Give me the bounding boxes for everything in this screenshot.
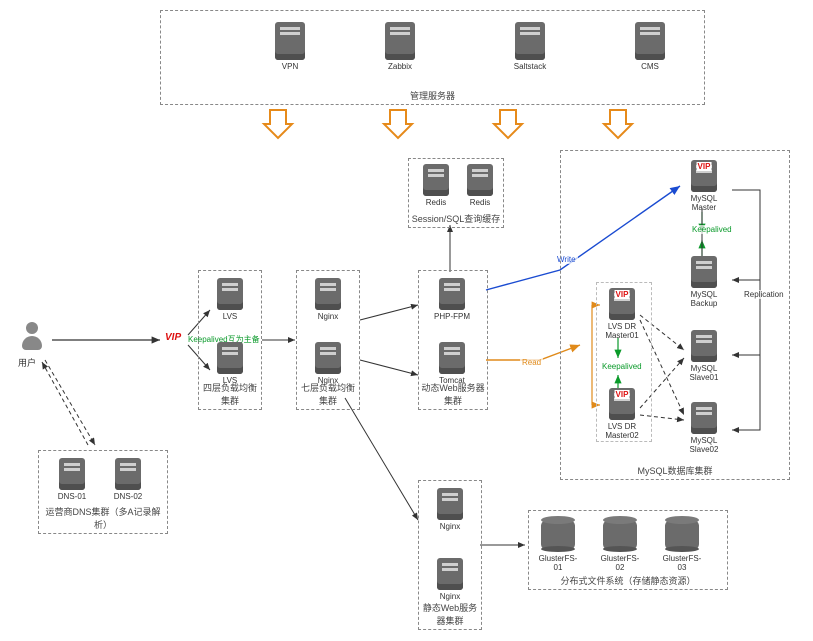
db-glusterfs-03: GlusterFS-03 [660,520,704,572]
server-icon [423,164,449,196]
server-mysql-backup: MySQL Backup [684,256,724,309]
group-label-cache: Session/SQL查询缓存 [409,212,503,225]
vip-badge-lvsdr1: VIP [615,290,630,299]
server-nginx-l7-2: Nginx [308,342,348,386]
vip-badge-mysql-master: VIP [697,162,712,171]
server-icon [691,330,717,362]
server-tomcat: Tomcat [432,342,472,386]
server-icon [635,22,665,60]
group-label-dfs: 分布式文件系统（存储静态资源） [529,574,727,587]
server-redis1: Redis [416,164,456,208]
user-label: 用户 [18,356,36,369]
server-icon: VIP [609,288,635,320]
db-glusterfs-02: GlusterFS-02 [598,520,642,572]
server-icon [515,22,545,60]
server-icon [315,342,341,374]
cylinder-icon [665,520,699,550]
server-lvs2: LVS [210,342,250,386]
server-phpfpm: PHP-FPM [432,278,472,322]
server-icon [439,278,465,310]
group-label-staticweb: 静态Web服务器集群 [419,601,481,627]
server-nginx-static-1: Nginx [430,488,470,532]
server-icon [385,22,415,60]
group-management: 管理服务器 [160,10,705,105]
server-lvs1: LVS [210,278,250,322]
server-icon [439,342,465,374]
group-label-dns: 运营商DNS集群（多A记录解析） [39,505,167,531]
vip-badge-l4: VIP [165,332,181,343]
server-icon [437,558,463,590]
group-label-mysql: MySQL数据库集群 [561,464,789,477]
server-saltstack: Saltstack [510,22,550,72]
cylinder-icon [603,520,637,550]
server-icon [217,278,243,310]
server-icon: VIP [609,388,635,420]
server-icon: VIP [691,160,717,192]
server-icon [691,402,717,434]
server-nginx-static-2: Nginx [430,558,470,602]
server-icon [115,458,141,490]
server-icon [467,164,493,196]
server-lvsdr1: VIP LVS DR Master01 [602,288,642,341]
server-mysql-slave01: MySQL Slave01 [684,330,724,383]
server-icon [437,488,463,520]
vip-badge-lvsdr2: VIP [615,390,630,399]
server-icon [217,342,243,374]
server-nginx-l7-1: Nginx [308,278,348,322]
server-dns02: DNS-02 [108,458,148,502]
group-mysql: MySQL数据库集群 [560,150,790,480]
server-icon [691,256,717,288]
server-zabbix: Zabbix [380,22,420,72]
server-mysql-slave02: MySQL Slave02 [684,402,724,455]
server-mysql-master: VIP MySQL Master [684,160,724,213]
server-cms: CMS [630,22,670,72]
cylinder-icon [541,520,575,550]
server-icon [59,458,85,490]
edge-label-read: Read [520,358,543,367]
server-icon [275,22,305,60]
server-icon [315,278,341,310]
server-redis2: Redis [460,164,500,208]
architecture-diagram: Write Read Replication Keepalived Keepal… [0,0,813,641]
server-dns01: DNS-01 [52,458,92,502]
db-glusterfs-01: GlusterFS-01 [536,520,580,572]
server-vpn: VPN [270,22,310,72]
group-label-management: 管理服务器 [161,89,704,102]
server-lvsdr2: VIP LVS DR Master02 [602,388,642,441]
user-icon [20,322,44,352]
